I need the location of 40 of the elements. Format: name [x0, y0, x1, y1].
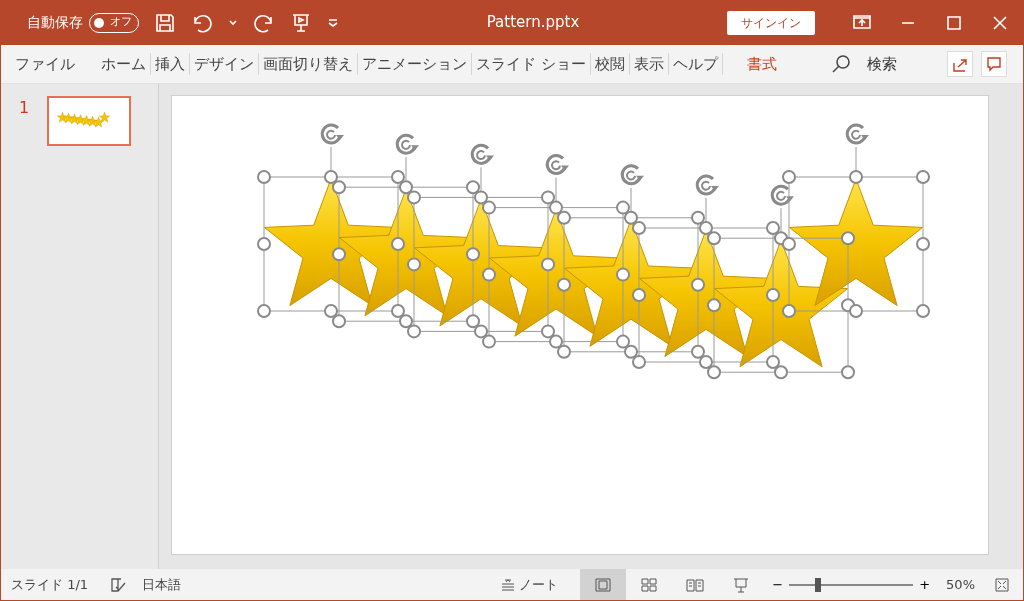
- search-label[interactable]: 検索: [866, 52, 897, 76]
- ribbon-tab[interactable]: 画面切り替え: [259, 52, 357, 76]
- ribbon-tab[interactable]: ファイル: [11, 52, 79, 76]
- ribbon-tab[interactable]: スライド ショー: [472, 52, 590, 76]
- fit-to-window-icon[interactable]: [995, 577, 1009, 592]
- slide-thumbnail[interactable]: [47, 96, 132, 146]
- reading-view-icon[interactable]: [686, 576, 705, 593]
- ribbon-tab[interactable]: ホーム: [97, 52, 150, 76]
- ribbon-tab[interactable]: 表示: [629, 52, 668, 76]
- sign-in-button[interactable]: サインイン: [727, 10, 815, 35]
- customize-caret-icon[interactable]: [327, 17, 339, 28]
- search-icon[interactable]: [830, 54, 851, 74]
- slideshow-icon[interactable]: [732, 576, 751, 593]
- ribbon-tab[interactable]: アニメーション: [358, 52, 471, 76]
- language-label[interactable]: 日本語: [142, 574, 182, 595]
- notes-icon: [501, 578, 516, 591]
- slide-counter: スライド 1/1: [11, 575, 89, 594]
- zoom-out-button[interactable]: −: [772, 574, 784, 595]
- zoom-level[interactable]: 50%: [946, 574, 975, 595]
- notes-button[interactable]: ノート: [495, 573, 565, 596]
- redo-icon[interactable]: [253, 12, 275, 33]
- zoom-in-button[interactable]: +: [919, 574, 931, 595]
- undo-icon[interactable]: [191, 12, 213, 33]
- normal-view-icon[interactable]: [594, 576, 613, 593]
- ribbon-tab[interactable]: ヘルプ: [668, 52, 722, 76]
- ribbon-tab[interactable]: デザイン: [190, 52, 258, 76]
- selected-stars-drawing[interactable]: [257, 123, 930, 380]
- window-title: Pattern.pptx: [485, 12, 581, 34]
- slide-sorter-icon[interactable]: [640, 576, 659, 593]
- autosave-label: 自動保存: [27, 13, 83, 32]
- slide-number: 1: [19, 97, 30, 119]
- ribbon-tab[interactable]: 書式: [742, 52, 781, 76]
- save-icon[interactable]: [155, 12, 175, 33]
- ribbon-tab[interactable]: 挿入: [151, 52, 189, 76]
- accessibility-check-icon[interactable]: [110, 576, 127, 593]
- slider-thumb[interactable]: [814, 577, 821, 592]
- caret-icon[interactable]: [229, 19, 237, 26]
- comment-icon[interactable]: [985, 55, 1003, 73]
- presentation-icon[interactable]: [291, 12, 311, 33]
- ribbon-tab[interactable]: 校閲: [590, 52, 629, 76]
